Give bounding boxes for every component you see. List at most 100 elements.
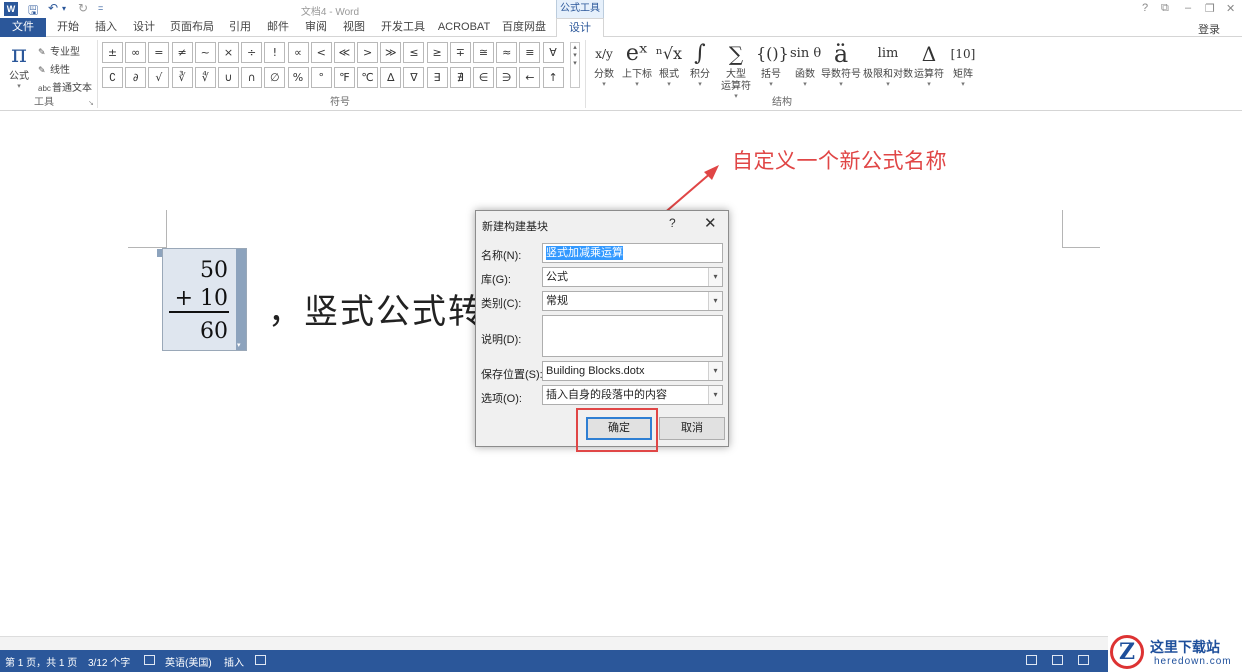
- tab-developer[interactable]: 开发工具: [376, 18, 430, 37]
- professional-button[interactable]: ✎ 专业型: [38, 43, 80, 58]
- tab-baidu-netdisk[interactable]: 百度网盘: [498, 18, 550, 37]
- symbol-button[interactable]: √: [148, 67, 170, 88]
- tab-view[interactable]: 视图: [338, 18, 370, 37]
- symbol-button[interactable]: ×: [217, 42, 239, 63]
- equation-move-handle[interactable]: [157, 249, 162, 257]
- page-count-status[interactable]: 第 1 页，共 1 页: [5, 654, 77, 669]
- chevron-down-icon[interactable]: ▾: [708, 268, 722, 286]
- dialog-help-icon[interactable]: ?: [669, 216, 676, 230]
- symbol-button[interactable]: ∛: [171, 67, 193, 88]
- symbol-button[interactable]: ≈: [496, 42, 518, 63]
- symbol-button[interactable]: ∩: [241, 67, 263, 88]
- symbol-button[interactable]: ≠: [171, 42, 193, 63]
- symbol-button[interactable]: ∋: [496, 67, 518, 88]
- tab-insert[interactable]: 插入: [90, 18, 122, 37]
- symbol-button[interactable]: >: [357, 42, 379, 63]
- script-button[interactable]: eˣ 上下标 ▾: [620, 39, 654, 89]
- symbol-button[interactable]: ≪: [333, 42, 355, 63]
- tab-review[interactable]: 审阅: [300, 18, 332, 37]
- ribbon-display-icon[interactable]: ⧉: [1161, 2, 1169, 15]
- symbol-button[interactable]: ∞: [125, 42, 147, 63]
- dialog-close-icon[interactable]: ✕: [704, 214, 717, 232]
- symbol-button[interactable]: <: [310, 42, 332, 63]
- tab-design[interactable]: 设计: [128, 18, 160, 37]
- symbol-button[interactable]: !: [264, 42, 286, 63]
- symbol-button[interactable]: ∅: [264, 67, 286, 88]
- symbol-button[interactable]: %: [287, 67, 309, 88]
- equation-button[interactable]: π 公式 ▾: [6, 41, 32, 90]
- name-input[interactable]: 竖式加减乘运算: [542, 243, 723, 263]
- symbol-button[interactable]: °: [310, 67, 332, 88]
- equation-options-chevron-icon[interactable]: ▾: [237, 341, 241, 349]
- options-select[interactable]: 插入自身的段落中的内容 ▾: [542, 385, 723, 405]
- tab-equation-design[interactable]: 设计: [556, 18, 604, 38]
- symbol-button[interactable]: ∄: [449, 67, 471, 88]
- symbol-button[interactable]: ∝: [287, 42, 309, 63]
- symbol-button[interactable]: ℉: [333, 67, 355, 88]
- symbol-button[interactable]: ∇: [403, 67, 425, 88]
- restore-icon[interactable]: ❐: [1205, 2, 1215, 15]
- tab-file[interactable]: 文件: [0, 18, 46, 37]
- insert-mode-status[interactable]: 插入: [224, 654, 244, 669]
- proofing-icon[interactable]: [144, 655, 155, 665]
- bracket-button[interactable]: {()} 括号 ▾: [756, 39, 789, 89]
- function-button[interactable]: sin θ 函数 ▾: [790, 39, 821, 89]
- dialog-launcher-icon[interactable]: ↘: [88, 99, 94, 107]
- macro-record-icon[interactable]: [255, 655, 266, 665]
- normal-text-button[interactable]: abc普通文本: [38, 79, 92, 94]
- minimize-icon[interactable]: –: [1185, 2, 1191, 14]
- symbol-button[interactable]: ∓: [449, 42, 471, 63]
- operator-button[interactable]: Δ 运算符 ▾: [912, 39, 946, 89]
- save-location-select[interactable]: Building Blocks.dotx ▾: [542, 361, 723, 381]
- chevron-down-icon[interactable]: ▾: [708, 292, 722, 310]
- word-count-status[interactable]: 3/12 个字: [88, 654, 130, 669]
- tab-references[interactable]: 引用: [224, 18, 256, 37]
- symbol-gallery-scroll[interactable]: ▴ ▾ ▾: [570, 42, 580, 88]
- symbol-button[interactable]: ÷: [241, 42, 263, 63]
- integral-button[interactable]: ∫ 积分 ▾: [686, 39, 714, 89]
- fraction-button[interactable]: x/y 分数 ▾: [592, 39, 616, 89]
- close-icon[interactable]: ✕: [1226, 2, 1235, 15]
- limit-log-button[interactable]: lim 极限和对数 ▾: [862, 39, 914, 89]
- tab-home[interactable]: 开始: [52, 18, 84, 37]
- linear-button[interactable]: ✎ 线性: [38, 61, 70, 76]
- symbol-button[interactable]: ±: [102, 42, 123, 63]
- large-operator-button[interactable]: ∑ 大型 运算符 ▾: [716, 39, 756, 101]
- accent-button[interactable]: ä 导数符号 ▾: [820, 39, 862, 89]
- symbol-button[interactable]: ℃: [357, 67, 379, 88]
- symbol-button[interactable]: ∈: [473, 67, 494, 88]
- symbol-button[interactable]: ∁: [102, 67, 123, 88]
- symbol-button[interactable]: =: [148, 42, 170, 63]
- tab-mailings[interactable]: 邮件: [262, 18, 294, 37]
- symbol-button[interactable]: ↑: [542, 67, 564, 88]
- horizontal-scrollbar[interactable]: [0, 636, 1242, 650]
- symbol-button[interactable]: ∃: [426, 67, 448, 88]
- symbol-button[interactable]: ∜: [194, 67, 216, 88]
- tab-page-layout[interactable]: 页面布局: [166, 18, 218, 37]
- symbol-button[interactable]: ∂: [125, 67, 147, 88]
- web-layout-icon[interactable]: [1078, 655, 1089, 665]
- cancel-button[interactable]: 取消: [659, 417, 725, 440]
- gallery-select[interactable]: 公式 ▾: [542, 267, 723, 287]
- symbol-button[interactable]: ∀: [542, 42, 564, 63]
- matrix-button[interactable]: [10] 矩阵 ▾: [948, 39, 978, 89]
- symbol-button[interactable]: ≅: [473, 42, 494, 63]
- symbol-button[interactable]: ≥: [426, 42, 448, 63]
- chevron-down-icon[interactable]: ▾: [708, 362, 722, 380]
- print-layout-icon[interactable]: [1052, 655, 1063, 665]
- language-status[interactable]: 英语(美国): [165, 654, 212, 669]
- help-icon[interactable]: ?: [1142, 2, 1148, 14]
- category-select[interactable]: 常规 ▾: [542, 291, 723, 311]
- chevron-down-icon[interactable]: ▾: [708, 386, 722, 404]
- read-mode-icon[interactable]: [1026, 655, 1037, 665]
- symbol-button[interactable]: ~: [194, 42, 216, 63]
- symbol-button[interactable]: ←: [519, 67, 541, 88]
- radical-button[interactable]: ⁿ√x 根式 ▾: [654, 39, 684, 89]
- symbol-button[interactable]: ≫: [380, 42, 402, 63]
- equation-object[interactable]: 50 + 10 60 ▾: [157, 248, 247, 351]
- equation-options-bar[interactable]: ▾: [236, 249, 246, 350]
- symbol-button[interactable]: ∪: [217, 67, 239, 88]
- symbol-button[interactable]: ≡: [519, 42, 541, 63]
- symbol-button[interactable]: ≤: [403, 42, 425, 63]
- symbol-button[interactable]: ∆: [380, 67, 402, 88]
